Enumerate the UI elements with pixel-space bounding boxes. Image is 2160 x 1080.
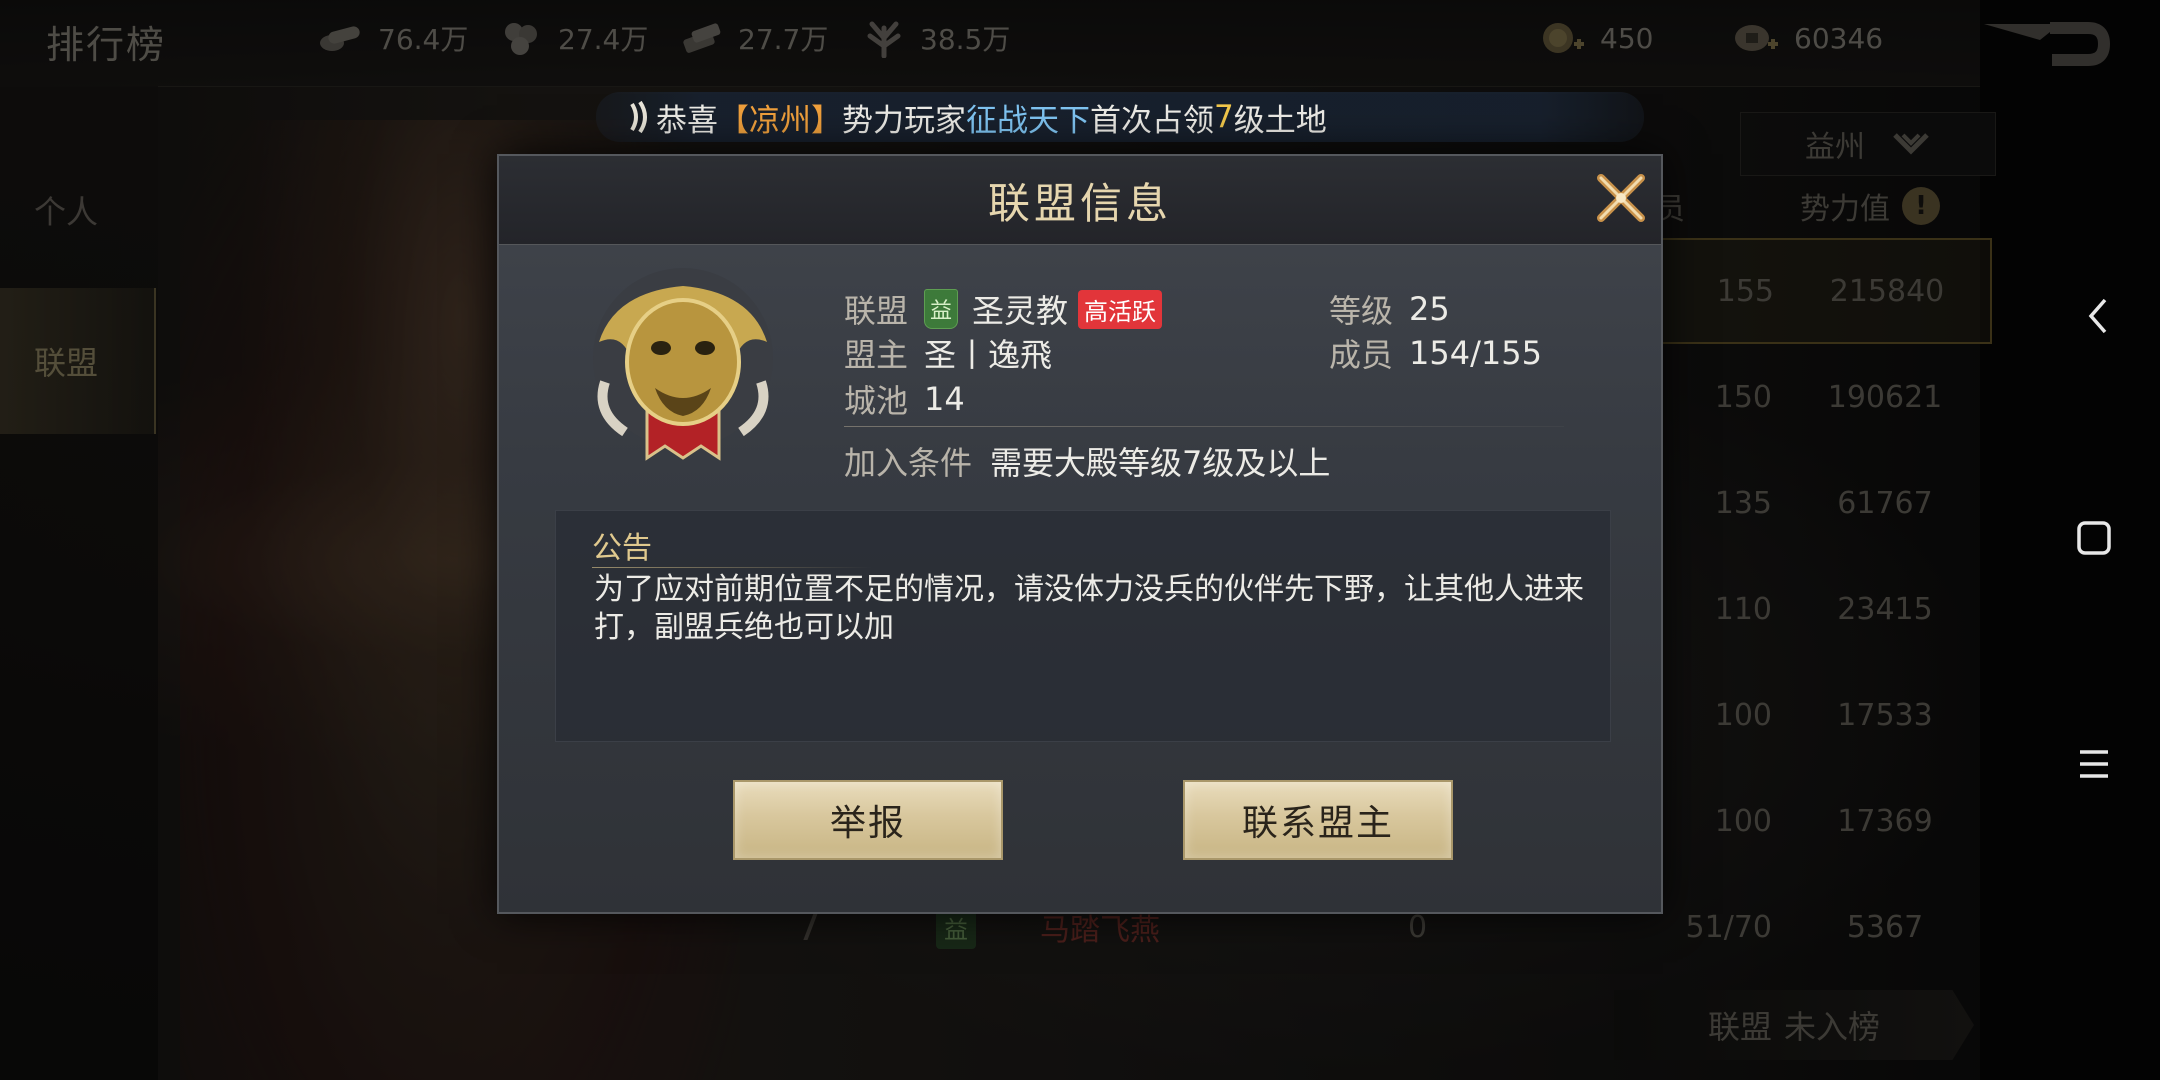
level-field: 等级 25 [1329,286,1450,332]
alliance-info-modal: 联盟信息 联盟 益 圣灵教 高活跃 盟主 圣丨逸飛 城池 14 等级 25 成员… [497,154,1663,914]
notice-text: 为了应对前期位置不足的情况，请没体力没兵的伙伴先下野，让其他人进来打，副盟兵绝也… [594,572,1584,645]
nav-home-button[interactable] [2064,508,2124,568]
contact-leader-button[interactable]: 联系盟主 [1183,780,1453,860]
alliance-name: 圣灵教 [972,292,1069,330]
speaker-icon [630,100,647,134]
announcement-ticker: 恭喜 【凉州】 势力玩家 征战天下 首次占领 7 级土地 [596,92,1644,142]
cities-label: 城池 [844,382,909,420]
modal-header: 联盟信息 [499,156,1661,245]
leader-field: 盟主 圣丨逸飛 [844,330,1052,376]
ticker-region: 【凉州】 [718,102,842,139]
notice-title: 公告 [592,531,652,566]
cities-field: 城池 14 [844,376,965,422]
members-value: 154/155 [1409,334,1542,372]
leader-label: 盟主 [844,336,909,374]
nav-back-button[interactable] [2068,286,2128,346]
close-button[interactable] [1593,170,1649,226]
ticker-suffix: 级土地 [1233,102,1327,139]
ticker-level: 7 [1214,99,1234,135]
dragon-emblem-icon [593,268,773,461]
members-field: 成员 154/155 [1329,330,1542,376]
menu-icon [2080,750,2108,778]
report-button[interactable]: 举报 [733,780,1003,860]
members-label: 成员 [1329,336,1394,374]
join-condition-field: 加入条件 需要大殿等级7级及以上 [844,438,1330,484]
notice-panel: 公告 为了应对前期位置不足的情况，请没体力没兵的伙伴先下野，让其他人进来打，副盟… [555,510,1611,742]
close-icon [1597,174,1645,222]
ticker-middle: 势力玩家 [842,102,966,139]
join-label: 加入条件 [844,444,973,482]
level-value: 25 [1409,290,1450,328]
divider [844,426,1564,427]
square-icon [2077,521,2111,555]
join-value: 需要大殿等级7级及以上 [990,444,1331,482]
level-label: 等级 [1329,292,1394,330]
region-tag-icon: 益 [924,289,959,329]
chevron-left-icon [2088,298,2107,334]
activity-badge: 高活跃 [1078,289,1163,329]
nav-menu-button[interactable] [2064,734,2124,794]
cities-value: 14 [924,380,965,418]
alliance-label: 联盟 [844,292,909,330]
ticker-action: 首次占领 [1090,102,1214,139]
ticker-player: 征战天下 [966,102,1090,139]
ticker-prefix: 恭喜 [656,102,718,139]
alliance-name-field: 联盟 益 圣灵教 高活跃 [844,286,1163,332]
leader-name: 圣丨逸飛 [924,336,1053,374]
divider [592,567,872,568]
alliance-emblem [585,262,781,462]
modal-title: 联盟信息 [987,178,1172,228]
